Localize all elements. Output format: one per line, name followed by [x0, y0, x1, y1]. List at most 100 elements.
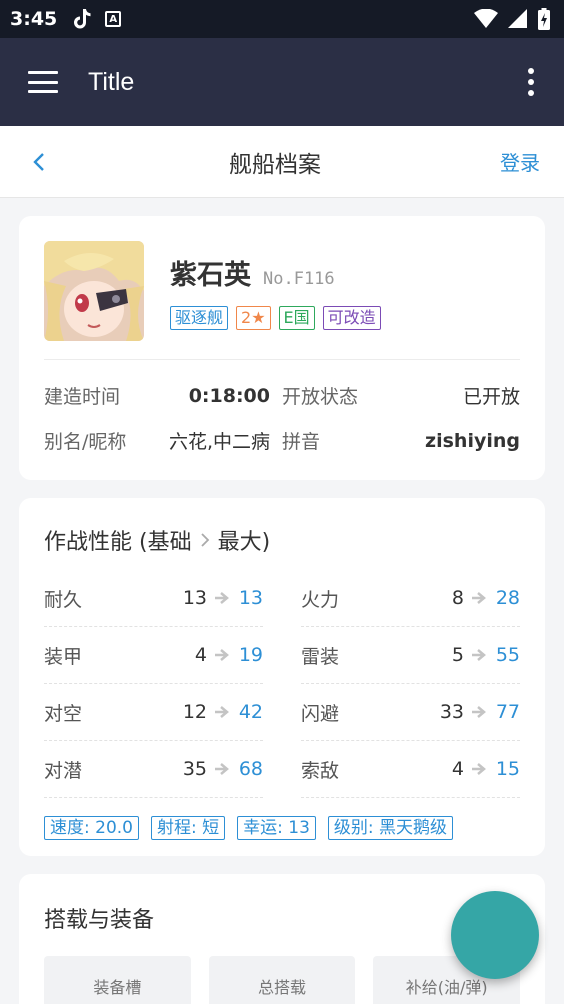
ship-tags: 驱逐舰 2★ E国 可改造: [170, 306, 381, 330]
tag-rarity: 2★: [236, 306, 271, 330]
arrow-right-icon: [472, 649, 486, 661]
info-label: 别名/昵称: [44, 431, 127, 453]
stat-label: 闪避: [301, 702, 340, 725]
page-title: 舰船档案: [229, 151, 321, 178]
a-icon-letter: A: [109, 13, 118, 25]
info-value: 0:18:00: [188, 384, 270, 407]
stat-base: 4: [194, 644, 207, 666]
performance-title: 作战性能 (基础 最大): [44, 524, 520, 556]
system-icons: [474, 8, 550, 30]
arrow-right-icon: [215, 763, 229, 775]
stat-label: 装甲: [44, 645, 83, 668]
ship-avatar-image: [44, 241, 144, 341]
info-open-status: 开放状态 已开放: [282, 382, 520, 409]
stat-max: 68: [238, 758, 263, 780]
performance-title-prefix: 作战性能 (基础: [44, 530, 192, 555]
tiktok-icon: [74, 9, 91, 29]
performance-card: 作战性能 (基础 最大) 耐久 13 13 火力 8 28 装甲 4 19 雷装…: [19, 498, 545, 856]
arrow-right-icon: [215, 592, 229, 604]
ship-avatar: [44, 241, 144, 341]
info-label: 建造时间: [44, 386, 121, 408]
ship-header: 紫石英 No.F116 驱逐舰 2★ E国 可改造: [44, 241, 520, 341]
status-bar: 3:45 A: [0, 0, 564, 38]
stat-max: 28: [495, 587, 520, 609]
ship-name-row: 紫石英 No.F116: [170, 253, 381, 292]
app-bar: Title: [0, 38, 564, 126]
stat-max: 19: [238, 644, 263, 666]
stat-label: 雷装: [301, 645, 340, 668]
signal-icon: [508, 9, 527, 28]
status-time: 3:45: [10, 8, 58, 30]
ship-info-grid: 建造时间 0:18:00 开放状态 已开放 别名/昵称 六花,中二病 拼音 zi…: [44, 382, 520, 454]
info-value: 六花,中二病: [168, 431, 270, 453]
stat-base: 4: [451, 758, 464, 780]
ship-name: 紫石英: [170, 260, 251, 291]
arrow-right-icon: [215, 649, 229, 661]
ship-info: 紫石英 No.F116 驱逐舰 2★ E国 可改造: [170, 253, 381, 341]
wifi-icon: [474, 9, 498, 28]
stat-row: 闪避 33 77: [301, 684, 520, 741]
stat-label: 对潜: [44, 759, 83, 782]
floating-action-button[interactable]: [451, 891, 539, 979]
arrow-right-icon: [472, 763, 486, 775]
stat-max: 55: [495, 644, 520, 666]
stat-row: 对潜 35 68: [44, 741, 263, 798]
stat-label: 耐久: [44, 588, 83, 611]
badge-range: 射程: 短: [150, 816, 226, 840]
ship-number: No.F116: [263, 269, 335, 289]
column-header: 总搭载: [208, 956, 356, 1004]
badge-class: 级别: 黑天鹅级: [327, 816, 454, 840]
info-label: 拼音: [282, 431, 321, 453]
stat-row: 火力 8 28: [301, 570, 520, 627]
hamburger-menu-icon[interactable]: [28, 71, 58, 93]
arrow-right-icon: [215, 706, 229, 718]
battery-icon: [538, 8, 550, 30]
more-options-icon[interactable]: [526, 68, 536, 96]
stat-max: 13: [238, 587, 263, 609]
stat-row: 耐久 13 13: [44, 570, 263, 627]
nav-bar: 舰船档案 登录: [0, 126, 564, 198]
login-button[interactable]: 登录: [500, 147, 540, 176]
info-label: 开放状态: [282, 386, 359, 408]
tag-nation: E国: [278, 306, 315, 330]
a-notification-icon: A: [105, 11, 122, 27]
stats-grid: 耐久 13 13 火力 8 28 装甲 4 19 雷装 5 55 对空 12 4…: [44, 570, 520, 798]
back-chevron-icon[interactable]: [30, 152, 50, 172]
badge-speed: 速度: 20.0: [44, 816, 139, 840]
stat-row: 对空 12 42: [44, 684, 263, 741]
stat-max: 42: [238, 701, 263, 723]
attribute-badges: 速度: 20.0 射程: 短 幸运: 13 级别: 黑天鹅级: [44, 816, 520, 840]
equipment-table-header: 装备槽 总搭载 补给(油/弹): [44, 956, 521, 1004]
notification-icons: A: [73, 8, 122, 30]
stat-base: 8: [451, 587, 464, 609]
arrow-right-icon: [472, 592, 486, 604]
info-alias: 别名/昵称 六花,中二病: [44, 427, 282, 454]
stat-base: 13: [182, 587, 207, 609]
stat-base: 12: [182, 701, 207, 723]
performance-title-suffix: 最大): [217, 530, 271, 555]
tag-ship-type: 驱逐舰: [170, 306, 229, 330]
stat-base: 5: [451, 644, 464, 666]
stat-row: 雷装 5 55: [301, 627, 520, 684]
info-build-time: 建造时间 0:18:00: [44, 382, 282, 409]
chevron-right-icon: [200, 533, 209, 547]
badge-luck: 幸运: 13: [237, 816, 316, 840]
stat-row: 装甲 4 19: [44, 627, 263, 684]
ship-profile-card: 紫石英 No.F116 驱逐舰 2★ E国 可改造 建造时间 0:18:00 开…: [19, 216, 545, 480]
stat-base: 35: [182, 758, 207, 780]
tag-remodel: 可改造: [322, 306, 381, 330]
stat-row: 索敌 4 15: [301, 741, 520, 798]
info-value: zishiying: [425, 429, 520, 452]
stat-label: 对空: [44, 702, 83, 725]
stat-max: 77: [495, 701, 520, 723]
info-pinyin: 拼音 zishiying: [282, 427, 520, 454]
stat-max: 15: [495, 758, 520, 780]
app-title: Title: [88, 67, 135, 96]
stat-label: 火力: [301, 588, 340, 611]
column-header: 装备槽: [44, 956, 191, 1004]
equipment-title: 搭载与装备: [44, 908, 155, 933]
stat-label: 索敌: [301, 759, 340, 782]
info-value: 已开放: [462, 386, 520, 408]
divider: [44, 359, 520, 360]
stat-base: 33: [439, 701, 464, 723]
